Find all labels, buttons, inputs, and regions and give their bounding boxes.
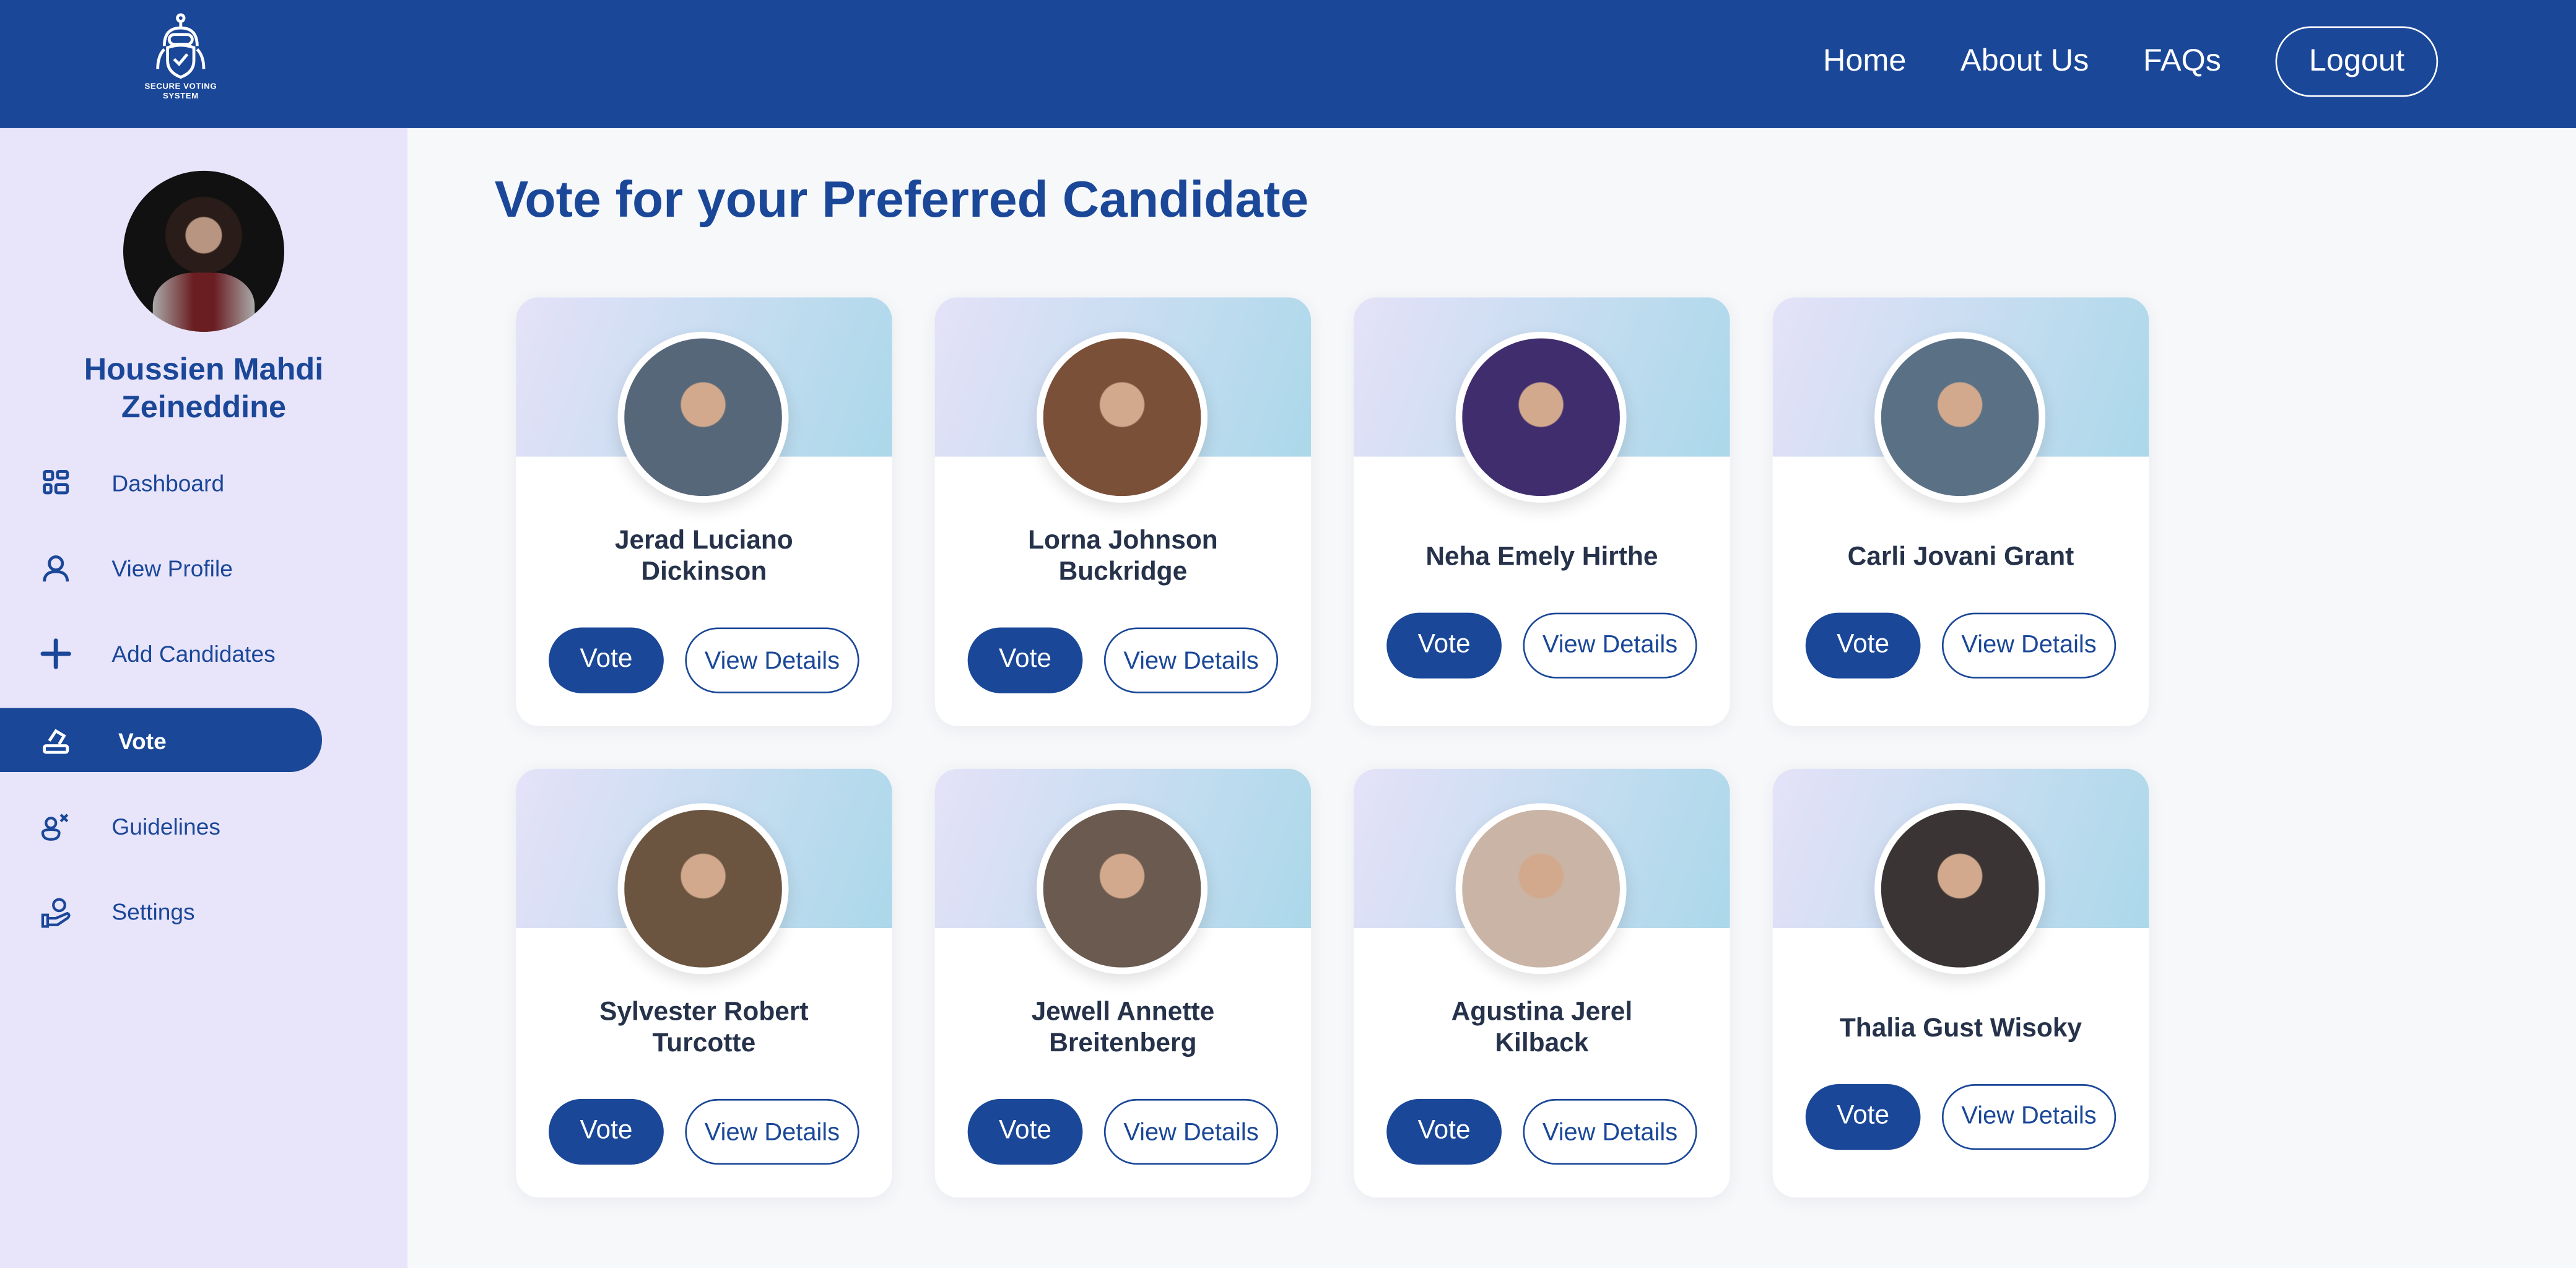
grid-icon <box>43 470 69 495</box>
nav-home[interactable]: Home <box>1823 43 1906 79</box>
candidate-photo <box>1874 331 2046 503</box>
sidebar-item-guidelines[interactable]: Guidelines <box>0 793 322 857</box>
candidate-name: Jewell Annette Breitenberg <box>1031 999 1215 1058</box>
candidate-card: Lorna Johnson Buckridge Vote View Detail… <box>934 297 1312 726</box>
sidebar-item-label: Dashboard <box>111 469 225 495</box>
sidebar-item-label: View Profile <box>111 554 233 581</box>
view-details-button[interactable]: View Details <box>1523 1098 1697 1165</box>
vote-button[interactable]: Vote <box>1386 1098 1502 1165</box>
view-details-button[interactable]: View Details <box>1941 612 2117 678</box>
candidate-card: Jerad Luciano Dickinson Vote View Detail… <box>516 297 892 726</box>
candidate-card: Jewell Annette Breitenberg Vote View Det… <box>934 768 1312 1198</box>
vote-button[interactable]: Vote <box>549 1098 664 1165</box>
candidate-name: Jerad Luciano Dickinson <box>614 527 793 587</box>
candidate-card: Agustina Jerel Kilback Vote View Details <box>1354 768 1730 1198</box>
candidate-photo <box>1455 803 1627 975</box>
sidebar: Houssien Mahdi Zeineddine Dashboard View… <box>0 128 407 1268</box>
ballot-icon <box>43 729 69 754</box>
sidebar-item-label: Settings <box>111 897 195 924</box>
page-title: Vote for your Preferred Candidate <box>494 170 1309 228</box>
sidebar-item-add-candidates[interactable]: Add Candidates <box>0 621 322 685</box>
sidebar-item-label: Guidelines <box>111 812 220 839</box>
nav-about-us[interactable]: About Us <box>1960 43 2089 79</box>
nav-faqs[interactable]: FAQs <box>2143 43 2221 79</box>
user-avatar[interactable] <box>123 170 284 332</box>
vote-button[interactable]: Vote <box>967 627 1083 693</box>
view-details-button[interactable]: View Details <box>1523 612 1697 678</box>
main-nav: Home About Us FAQs Logout <box>1823 26 2439 97</box>
logout-button[interactable]: Logout <box>2275 26 2439 97</box>
user-x-icon <box>41 814 69 841</box>
sidebar-item-settings[interactable]: Settings <box>0 879 322 942</box>
vote-button[interactable]: Vote <box>967 1098 1083 1165</box>
candidate-card: Carli Jovani Grant Vote View Details <box>1772 297 2149 726</box>
candidate-card: Thalia Gust Wisoky Vote View Details <box>1772 768 2149 1198</box>
candidate-photo <box>617 331 789 503</box>
sidebar-item-dashboard[interactable]: Dashboard <box>0 450 322 514</box>
candidate-photo <box>617 803 789 975</box>
secure-voting-logo[interactable]: SECURE VOTING SYSTEM <box>131 13 230 111</box>
candidate-name: Carli Jovani Grant <box>1847 542 2074 571</box>
vote-button[interactable]: Vote <box>549 627 664 693</box>
candidate-card: Neha Emely Hirthe Vote View Details <box>1354 297 1730 726</box>
candidate-name: Agustina Jerel Kilback <box>1451 999 1633 1058</box>
logo-text: SECURE VOTING SYSTEM <box>144 82 217 102</box>
candidate-name: Sylvester Robert Turcotte <box>599 999 809 1058</box>
candidate-photo <box>1455 331 1627 503</box>
candidate-name: Lorna Johnson Buckridge <box>1028 527 1218 587</box>
candidate-name: Thalia Gust Wisoky <box>1839 1014 2082 1043</box>
vote-button[interactable]: Vote <box>1805 1083 1921 1149</box>
robot-shield-icon <box>156 13 206 79</box>
view-details-button[interactable]: View Details <box>685 627 859 693</box>
candidate-name: Neha Emely Hirthe <box>1425 542 1658 571</box>
view-details-button[interactable]: View Details <box>1103 1098 1279 1165</box>
plus-icon <box>40 638 71 669</box>
candidate-photo <box>1037 803 1208 975</box>
view-details-button[interactable]: View Details <box>1941 1083 2117 1149</box>
user-name: Houssien Mahdi Zeineddine <box>84 353 324 426</box>
hand-gear-icon <box>41 898 71 928</box>
sidebar-item-view-profile[interactable]: View Profile <box>0 536 322 599</box>
sidebar-item-label: Vote <box>118 726 167 753</box>
vote-button[interactable]: Vote <box>1386 612 1502 678</box>
sidebar-item-label: Add Candidates <box>111 640 276 666</box>
candidate-photo <box>1037 331 1208 503</box>
sidebar-item-vote[interactable]: Vote <box>0 708 323 772</box>
view-details-button[interactable]: View Details <box>1103 627 1279 693</box>
user-icon <box>43 555 69 582</box>
candidate-card: Sylvester Robert Turcotte Vote View Deta… <box>516 768 892 1198</box>
view-details-button[interactable]: View Details <box>685 1098 859 1165</box>
vote-button[interactable]: Vote <box>1805 612 1921 678</box>
candidate-photo <box>1874 803 2046 975</box>
top-navbar: SECURE VOTING SYSTEM Home About Us FAQs … <box>0 0 2576 128</box>
